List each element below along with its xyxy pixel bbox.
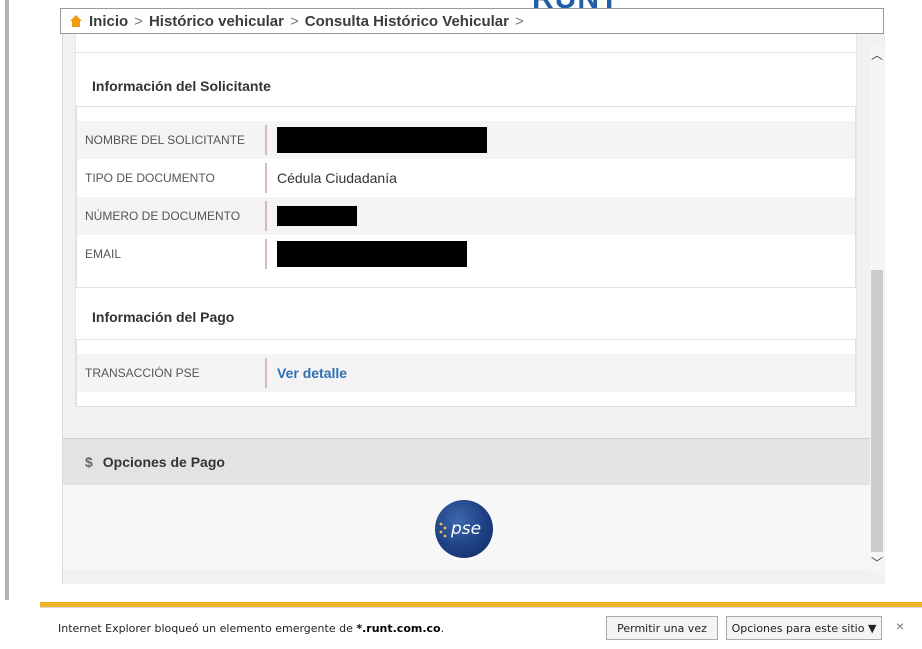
- ie-blocked-domain: *.runt.com.co: [356, 622, 441, 635]
- scroll-up-arrow-icon[interactable]: ︿: [870, 46, 884, 62]
- close-icon[interactable]: ×: [896, 618, 904, 634]
- vertical-scrollbar[interactable]: ︿ ﹀: [870, 46, 884, 574]
- home-icon[interactable]: [69, 14, 83, 28]
- breadcrumb-historico[interactable]: Histórico vehicular: [149, 13, 284, 30]
- redacted-document-number: [277, 206, 357, 226]
- opciones-pago-header: $ Opciones de Pago: [63, 438, 871, 486]
- content-scroll-area[interactable]: Información del Solicitante NOMBRE DEL S…: [62, 34, 885, 584]
- breadcrumb-separator: >: [134, 12, 143, 30]
- breadcrumb-inicio[interactable]: Inicio: [89, 13, 128, 30]
- ie-notification-message: Internet Explorer bloqueó un elemento em…: [58, 622, 444, 635]
- table-row: NOMBRE DEL SOLICITANTE: [77, 121, 855, 159]
- opciones-pago-body: pse: [63, 485, 871, 570]
- breadcrumb-separator: >: [514, 12, 524, 30]
- ver-detalle-link[interactable]: Ver detalle: [277, 365, 347, 381]
- table-row: NÚMERO DE DOCUMENTO: [77, 197, 855, 235]
- breadcrumb-consulta[interactable]: Consulta Histórico Vehicular: [305, 13, 509, 30]
- panel-top-spacer: [76, 34, 856, 53]
- row-divider: [265, 239, 267, 269]
- pago-table: TRANSACCIÓN PSE Ver detalle: [76, 339, 856, 407]
- pago-title: Información del Pago: [92, 309, 235, 325]
- breadcrumb-separator: >: [289, 12, 299, 30]
- dollar-icon: $: [85, 454, 93, 470]
- redacted-name: [277, 127, 487, 153]
- page-frame-left: [0, 0, 9, 648]
- row-divider: [265, 125, 267, 155]
- scroll-down-arrow-icon[interactable]: ﹀: [870, 554, 884, 570]
- scroll-thumb[interactable]: [871, 270, 883, 552]
- breadcrumb: Inicio > Histórico vehicular > Consulta …: [60, 8, 884, 34]
- info-panel: Información del Solicitante NOMBRE DEL S…: [75, 34, 857, 407]
- solicitante-title: Información del Solicitante: [92, 78, 271, 94]
- row-divider: [265, 358, 267, 388]
- row-label: TRANSACCIÓN PSE: [85, 366, 200, 380]
- table-row: EMAIL: [77, 235, 855, 273]
- row-divider: [265, 201, 267, 231]
- ie-message-prefix: Internet Explorer bloqueó un elemento em…: [58, 622, 357, 635]
- ie-message-suffix: .: [440, 622, 445, 635]
- pse-dots-icon: [439, 522, 447, 538]
- solicitante-table: NOMBRE DEL SOLICITANTE TIPO DE DOCUMENTO…: [76, 106, 856, 288]
- row-label: NÚMERO DE DOCUMENTO: [85, 209, 241, 223]
- frame-bar: [5, 0, 9, 600]
- ie-notification-bar: Internet Explorer bloqueó un elemento em…: [40, 607, 922, 649]
- row-value: Cédula Ciudadanía: [277, 170, 397, 186]
- pse-payment-button[interactable]: pse: [435, 500, 493, 558]
- row-label: EMAIL: [85, 247, 122, 261]
- table-row: TRANSACCIÓN PSE Ver detalle: [77, 354, 855, 392]
- row-divider: [265, 163, 267, 193]
- row-label: NOMBRE DEL SOLICITANTE: [85, 133, 246, 147]
- allow-once-button[interactable]: Permitir una vez: [606, 616, 718, 640]
- redacted-email: [277, 241, 467, 267]
- opciones-pago-title: Opciones de Pago: [102, 454, 225, 470]
- pse-logo-label: pse: [450, 519, 482, 539]
- site-options-button[interactable]: Opciones para este sitio ▼: [726, 616, 882, 640]
- table-row: TIPO DE DOCUMENTO Cédula Ciudadanía: [77, 159, 855, 197]
- row-label: TIPO DE DOCUMENTO: [85, 171, 215, 185]
